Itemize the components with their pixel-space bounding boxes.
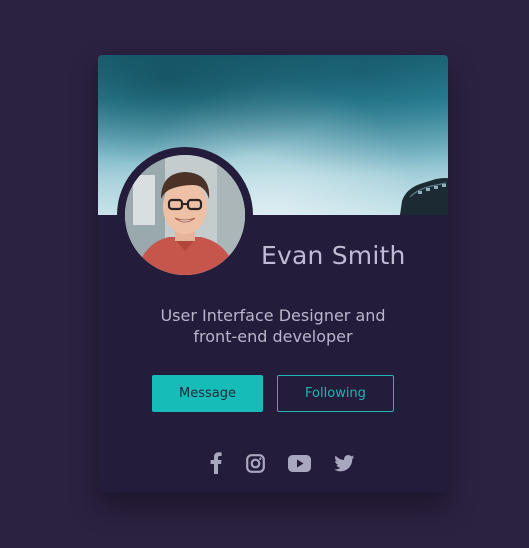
avatar-frame	[117, 147, 253, 283]
twitter-icon[interactable]	[333, 451, 355, 475]
avatar	[125, 155, 245, 275]
instagram-icon[interactable]	[244, 451, 266, 475]
message-button[interactable]: Message	[152, 375, 263, 412]
profile-card: Evan Smith User Interface Designer and f…	[98, 55, 448, 492]
avatar-photo	[125, 155, 245, 275]
social-links	[98, 451, 448, 475]
following-button[interactable]: Following	[277, 375, 394, 412]
bio-line-1: User Interface Designer and	[160, 306, 386, 325]
profile-bio: User Interface Designer and front-end de…	[123, 305, 423, 347]
bio-line-2: front-end developer	[193, 327, 353, 346]
youtube-icon[interactable]	[287, 451, 311, 475]
profile-name: Evan Smith	[261, 241, 406, 270]
airplane-silhouette	[400, 178, 448, 215]
facebook-icon[interactable]	[206, 451, 226, 475]
